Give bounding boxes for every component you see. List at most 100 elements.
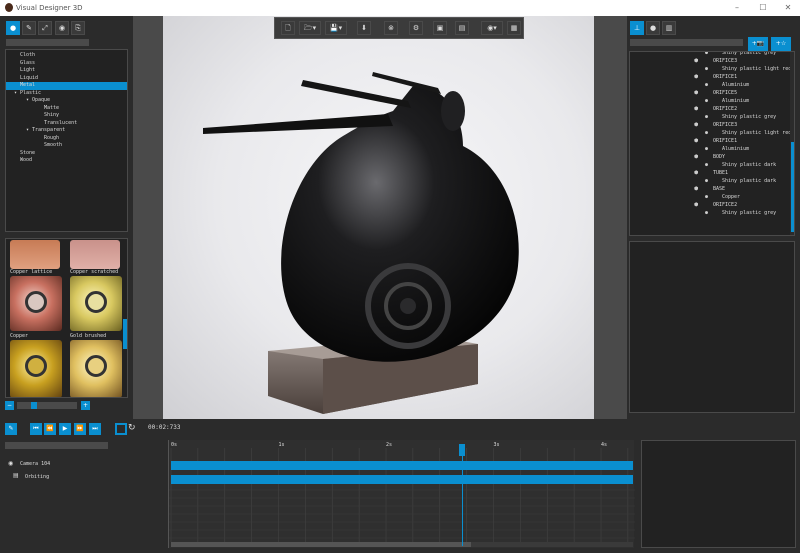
scene-scrollbar-thumb[interactable] [791, 142, 794, 232]
window-title: Visual Designer 3D [16, 4, 83, 12]
thumb-copper-scratched[interactable] [70, 240, 120, 269]
scene-object-row[interactable]: ⬢ TUBE1 [630, 169, 790, 177]
tree-item-light[interactable]: Light [6, 67, 127, 75]
new-file-icon[interactable]: 🗋 [281, 21, 295, 35]
sphere-icon[interactable]: ◉ [55, 21, 69, 35]
step-back-icon[interactable]: ⏪ [44, 423, 56, 435]
scene-material-row[interactable]: ● Aluminium [630, 81, 790, 89]
tree-item-smooth[interactable]: Smooth [6, 142, 127, 150]
open-icon[interactable]: 🗁▾ [299, 21, 321, 35]
zoom-slider-thumb[interactable] [31, 402, 37, 409]
thumb-copper[interactable] [10, 276, 62, 331]
minimize-button[interactable]: – [731, 2, 743, 14]
thumb-gold[interactable] [10, 340, 62, 397]
zoom-out-icon[interactable]: − [5, 401, 14, 410]
scene-material-row[interactable]: ● Shiny plastic dark [630, 161, 790, 169]
eye-icon[interactable]: ◉▾ [481, 21, 503, 35]
scene-row-label: Shiny plastic light red [722, 130, 792, 136]
tree-item-matte[interactable]: Matte [6, 105, 127, 113]
scene-material-row[interactable]: ● Shiny plastic light red [630, 65, 791, 73]
skip-end-icon[interactable]: ⏭ [89, 423, 101, 435]
track-bar-orbiting[interactable] [171, 475, 633, 484]
scene-material-row[interactable]: ● Aluminium [630, 145, 790, 153]
scene-material-row[interactable]: ● Shiny plastic dark [630, 177, 790, 185]
loop-icon[interactable]: ↻ [128, 423, 136, 433]
tree-item-translucent[interactable]: Translucent [6, 120, 127, 128]
playhead-handle[interactable] [459, 444, 466, 456]
mesh-icon: ⬢ [694, 58, 699, 64]
stop-icon[interactable] [115, 423, 127, 435]
tree-item-shiny[interactable]: Shiny [6, 112, 127, 120]
scene-row-label: Copper [722, 194, 741, 200]
scene-material-row[interactable]: ● Shiny plastic light red [630, 129, 792, 137]
scene-scrollbar-track[interactable] [790, 52, 794, 235]
pencil-icon[interactable]: ✎ [22, 21, 36, 35]
render-icon[interactable]: ⊗ [384, 21, 398, 35]
export-icon[interactable]: ⎘ [71, 21, 85, 35]
tree-item-transparent[interactable]: ▾ Transparent [6, 127, 127, 135]
scene-material-row[interactable]: ● Aluminium [630, 97, 790, 105]
close-button[interactable]: ✕ [782, 2, 794, 14]
thumb-gold-brushed[interactable] [70, 276, 122, 331]
step-forward-icon[interactable]: ⏩ [74, 423, 86, 435]
image-icon[interactable]: ▣ [433, 21, 447, 35]
scene-object-row[interactable]: ⬢ ORIFICE1 [630, 73, 790, 81]
add-camera-button[interactable]: +📷 [748, 37, 768, 51]
skip-start-icon[interactable]: ⏮ [30, 423, 42, 435]
tree-item-stone[interactable]: Stone [6, 150, 127, 158]
thumb-copper-lattice[interactable] [10, 240, 60, 269]
right-material-icon[interactable]: ● [646, 21, 660, 35]
scene-object-row[interactable]: ⬢ ORIFICE3 [630, 121, 790, 129]
track-search-input[interactable] [5, 442, 108, 449]
scene-material-row[interactable]: ● Shiny plastic grey [630, 209, 790, 217]
timeline-scrollbar-thumb[interactable] [171, 542, 471, 547]
tree-item-opaque[interactable]: ▾ Opaque [6, 97, 127, 105]
scene-object-row[interactable]: ⬢ BASE [630, 185, 790, 193]
scene-material-row[interactable]: ● Shiny plastic grey [630, 113, 790, 121]
tree-item-plastic[interactable]: ▾ Plastic [6, 90, 127, 98]
hierarchy-icon[interactable]: ⊥ [630, 21, 644, 35]
tree-item-label: Matte [44, 104, 60, 111]
scene-object-row[interactable]: ⬢ ORIFICE2 [630, 105, 790, 113]
scene-object-row[interactable]: ⬢ ORIFICE2 [630, 201, 790, 209]
tree-item-rough[interactable]: Rough [6, 135, 127, 143]
scene-object-row[interactable]: ⬢ BODY [630, 153, 790, 161]
scene-material-row[interactable]: ● Copper [630, 193, 790, 201]
scene-search-input[interactable] [630, 39, 743, 46]
scene-object-row[interactable]: ⬢ ORIFICE5 [630, 89, 790, 97]
track-label-orbiting[interactable]: Orbiting [25, 474, 49, 480]
play-icon[interactable]: ▶ [59, 423, 71, 435]
track-label-camera[interactable]: Camera 104 [20, 461, 50, 467]
timeline-grid-lines [169, 448, 635, 542]
thumb-gold-lattice[interactable] [70, 340, 122, 397]
scene-object-row[interactable]: ⬢ ORIFICE3 [630, 57, 790, 65]
material-library-panel: Copper lattice Copper scratched Copper G… [5, 238, 128, 398]
library-scrollbar[interactable] [123, 319, 127, 349]
tree-item-metal[interactable]: Metal [6, 82, 127, 90]
material-search-input[interactable] [6, 39, 89, 46]
scene-tree: ● Shiny plastic grey ⬢ ORIFICE3 ● Shiny plast… [630, 52, 792, 217]
timeline-scrollbar[interactable] [171, 542, 633, 547]
track-bar-camera[interactable] [171, 461, 633, 470]
zoom-slider[interactable] [17, 402, 77, 409]
zoom-in-icon[interactable]: + [81, 401, 90, 410]
save-icon[interactable]: 💾▾ [325, 21, 347, 35]
keyframe-pencil-icon[interactable]: ✎ [5, 423, 17, 435]
settings-icon[interactable]: ⚙ [409, 21, 423, 35]
transform-icon[interactable]: ⤢ [38, 21, 52, 35]
material-icon[interactable]: ● [6, 21, 20, 35]
render-viewport[interactable] [163, 16, 594, 419]
tree-item-liquid[interactable]: Liquid [6, 75, 127, 83]
library-icon[interactable]: ▥ [662, 21, 676, 35]
import-icon[interactable]: ⬇ [357, 21, 371, 35]
scene-object-row[interactable]: ⬢ ORIFICE1 [630, 137, 790, 145]
maximize-button[interactable]: ☐ [757, 2, 769, 14]
timeline-grid[interactable]: 0s 1s 2s 3s 4s [168, 440, 635, 548]
scene-row-label: Shiny plastic grey [722, 114, 777, 120]
tree-item-cloth[interactable]: Cloth [6, 52, 127, 60]
tree-item-glass[interactable]: Glass [6, 60, 127, 68]
grid-icon[interactable]: ▦ [507, 21, 521, 35]
add-light-button[interactable]: +☆ [771, 37, 791, 51]
film-icon[interactable]: ▤ [455, 21, 469, 35]
tree-item-wood[interactable]: Wood [6, 157, 127, 165]
